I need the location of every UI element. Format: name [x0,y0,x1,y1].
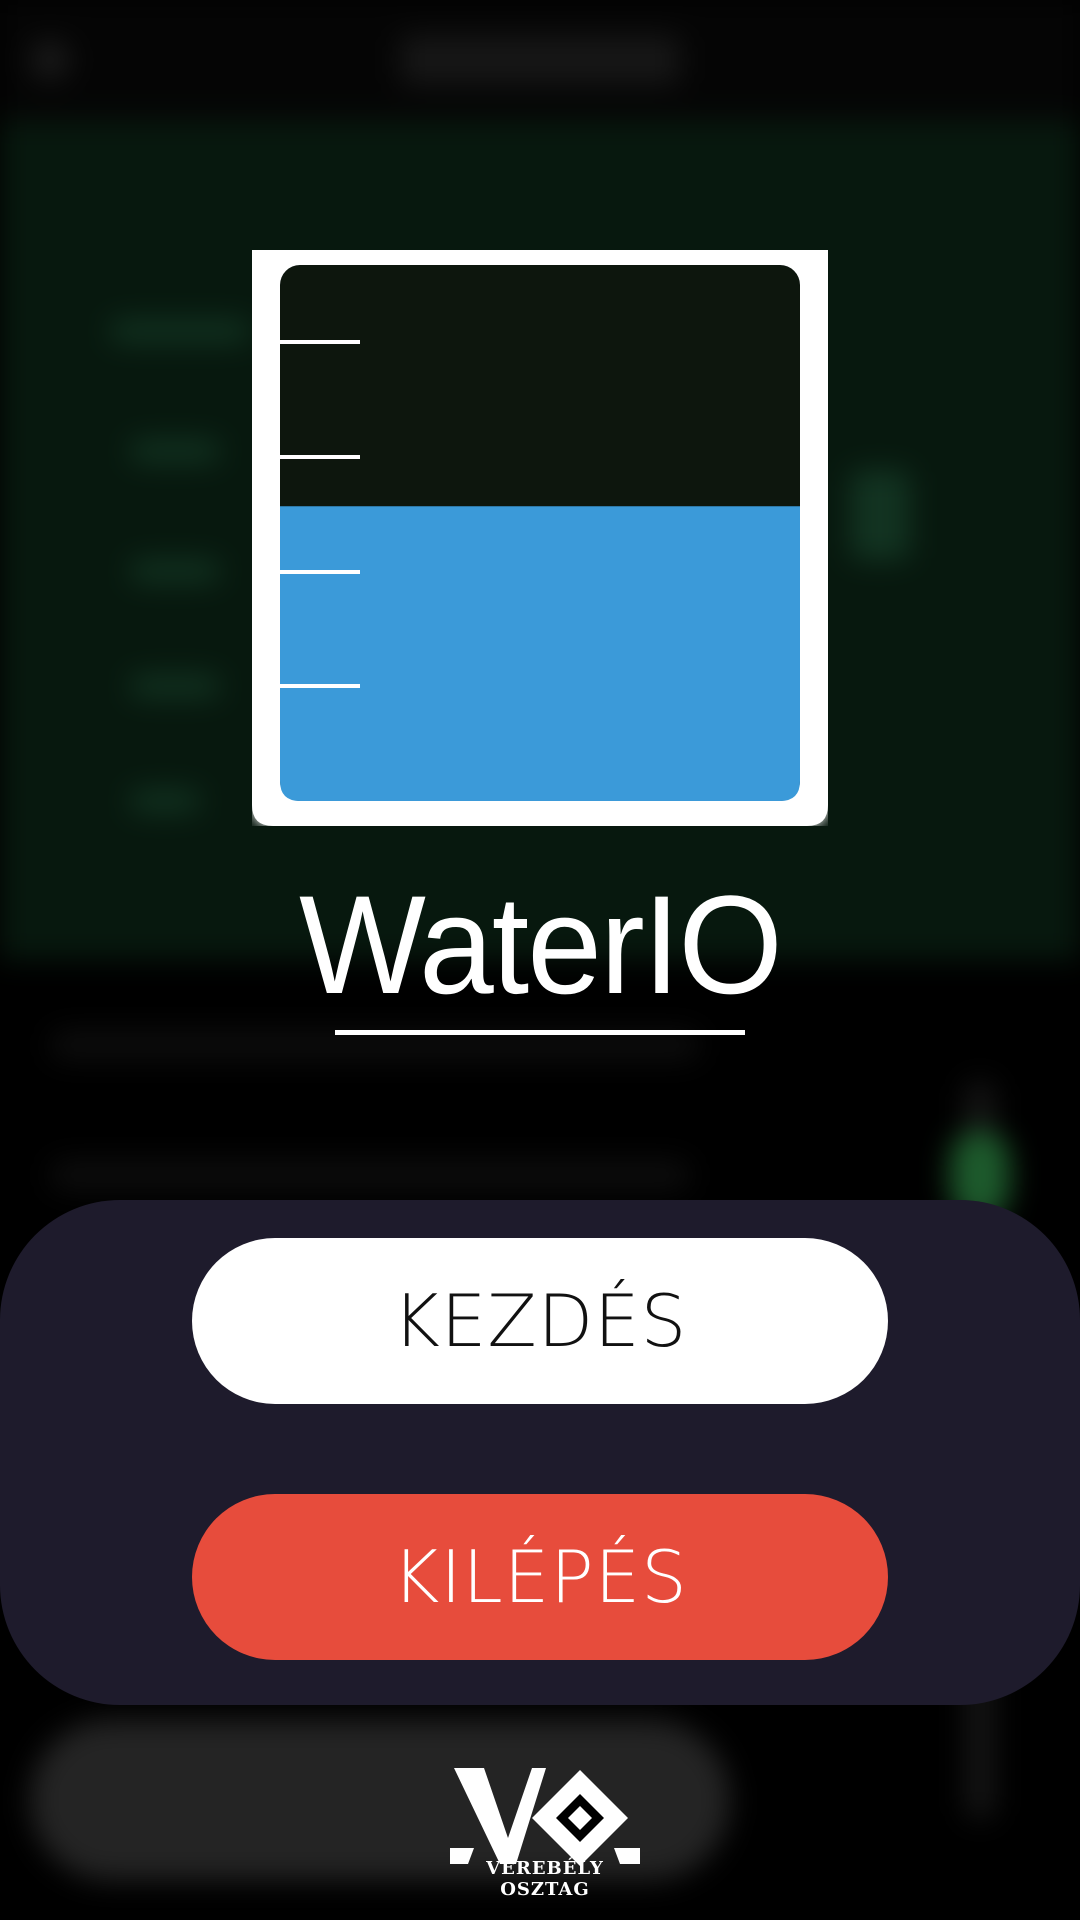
background-line [130,440,220,462]
exit-button[interactable]: KILÉPÉS [192,1494,888,1660]
app-title: WaterIO [299,866,783,1023]
background-line [850,470,910,560]
background-line [130,790,200,812]
start-button-label: KEZDÉS [392,1279,688,1363]
background-line [130,560,220,582]
background-line [130,675,220,697]
beaker-tick [280,684,360,688]
background-row [50,1160,690,1190]
background-menu-icon [30,40,70,80]
exit-button-label: KILÉPÉS [392,1535,688,1619]
team-name: VEREBÉLY OSZTAG [486,1858,604,1900]
beaker-tick [280,340,360,344]
start-button[interactable]: KEZDÉS [192,1238,888,1404]
beaker-water [280,506,800,801]
background-toolbar [0,0,1080,120]
background-title [400,35,680,85]
title-underline [335,1030,745,1035]
background-line [110,320,250,342]
beaker-icon [252,250,828,826]
splash-screen: WaterIO KEZDÉS KILÉPÉS VEREBÉLY OSZTAG [0,0,1080,1920]
beaker-tick [280,455,360,459]
beaker-tick [280,570,360,574]
